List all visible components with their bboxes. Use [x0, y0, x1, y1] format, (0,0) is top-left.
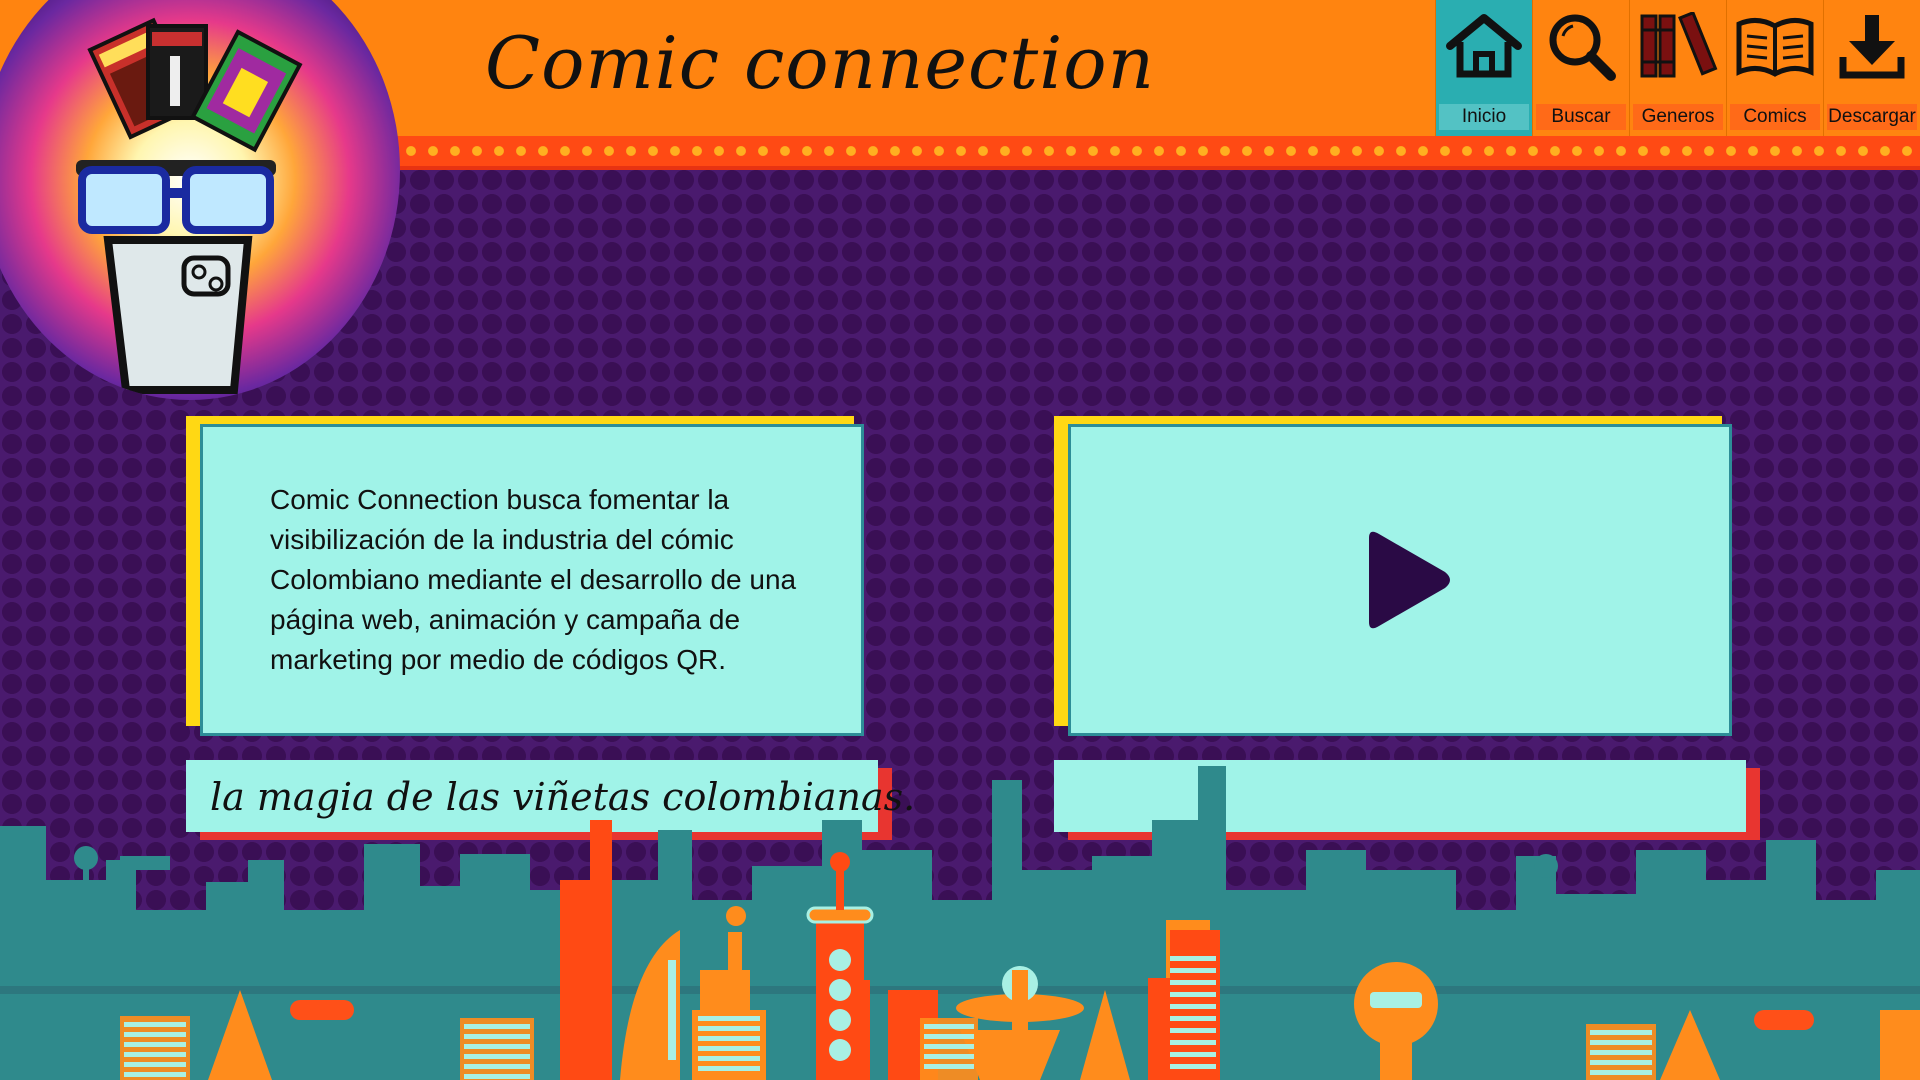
nav-item-comics[interactable]: Comics — [1726, 0, 1823, 136]
download-icon — [1839, 15, 1905, 79]
city-skyline-illustration — [0, 766, 1920, 1080]
open-book-icon — [1736, 18, 1814, 77]
nav-item-descargar[interactable]: Descargar — [1823, 0, 1920, 136]
app-title: Comic connection — [485, 21, 1155, 105]
nav-label-inicio: Inicio — [1439, 104, 1529, 130]
nav-item-generos[interactable]: Generos — [1629, 0, 1726, 136]
nav-label-buscar: Buscar — [1536, 104, 1626, 130]
main-nav: Inicio Buscar Generos Comics Descargar — [1435, 0, 1920, 136]
nav-label-generos: Generos — [1633, 104, 1723, 130]
logo[interactable] — [0, 0, 400, 400]
nav-item-inicio[interactable]: Inicio — [1435, 0, 1532, 136]
home-icon — [1446, 14, 1522, 78]
nav-item-buscar[interactable]: Buscar — [1532, 0, 1629, 136]
books-icon — [1640, 12, 1718, 78]
description-text: Comic Connection busca fomentar la visib… — [270, 484, 797, 675]
search-icon — [1549, 14, 1616, 81]
logo-illustration — [76, 17, 303, 394]
nav-label-comics: Comics — [1730, 104, 1820, 130]
play-icon[interactable] — [1355, 528, 1455, 632]
nav-label-descargar: Descargar — [1827, 104, 1917, 130]
